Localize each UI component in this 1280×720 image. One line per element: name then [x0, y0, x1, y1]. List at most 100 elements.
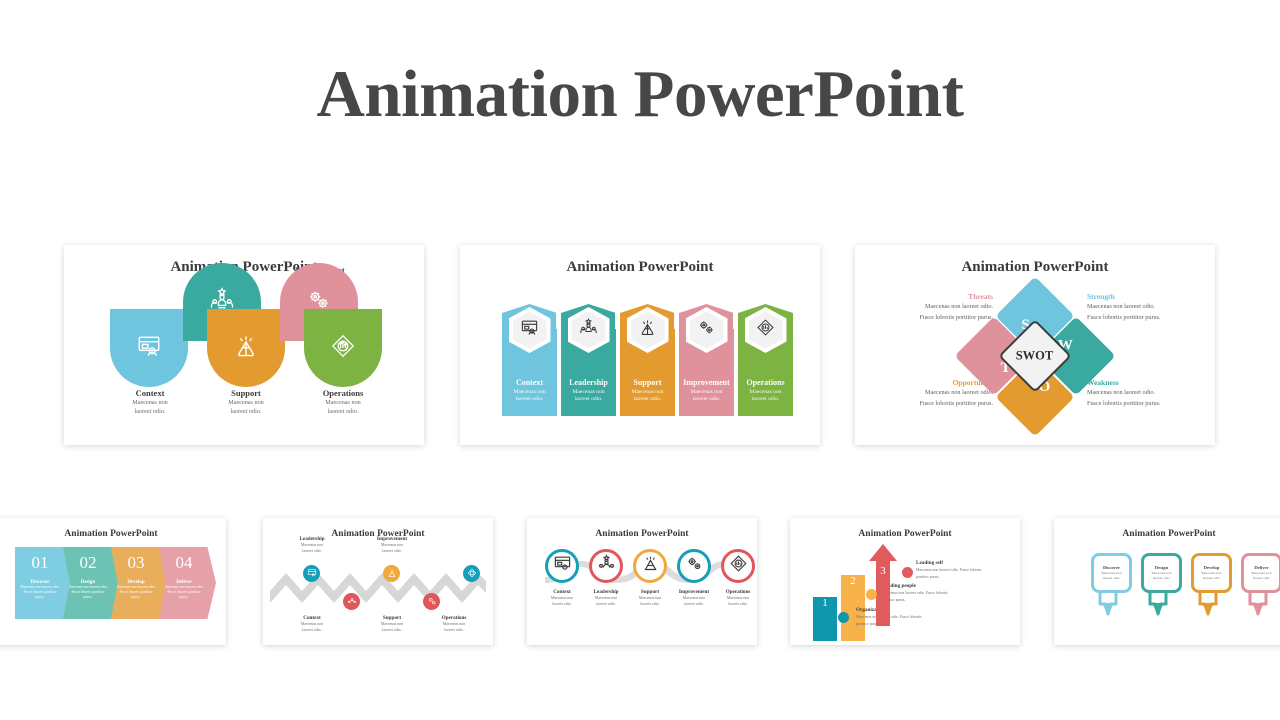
banner-support[interactable]: Support Maecenas non laoreet odio.: [615, 297, 680, 416]
megaphone-icon: [233, 333, 259, 364]
chevron-number: 02: [79, 553, 97, 572]
zigzag-node-leadership[interactable]: [343, 593, 360, 610]
label-heading: Operations: [725, 589, 751, 595]
petal-diagram: Context Maecenas non laoreet odio. Leade…: [64, 263, 424, 428]
slide-card-zigzag[interactable]: Animation PowerPoint Leadership Maecenas…: [263, 518, 493, 645]
label-heading: Context: [303, 615, 321, 621]
zigzag-diagram: Leadership Maecenas non laoreet odio. Im…: [263, 536, 493, 633]
chevron-step-1[interactable]: 01 Discover Maecenas non laoreet odio. F…: [15, 547, 72, 619]
petal-support[interactable]: [207, 309, 285, 387]
chevron-step-2[interactable]: 02 Design Maecenas non laoreet odio. Fus…: [63, 547, 120, 619]
callout-develop[interactable]: Develop Maecenas non laoreet odio.: [1191, 553, 1232, 616]
network-gear-icon: [756, 318, 775, 342]
label-heading: Support: [231, 388, 261, 398]
label-heading: Context: [135, 388, 165, 398]
petal-label-context: Context Maecenas non laoreet odio.: [102, 388, 198, 417]
slide-card-rings[interactable]: Animation PowerPoint Context Maecenas no…: [527, 518, 757, 645]
slide-title: Animation PowerPoint: [1122, 529, 1216, 539]
callout-desc: Maecenas non laoreet odio.: [1201, 571, 1222, 580]
ring-node-operations[interactable]: [721, 549, 755, 583]
step-number: 1: [822, 597, 828, 609]
banner-leadership[interactable]: Leadership Maecenas non laoreet odio.: [556, 297, 621, 416]
banner-desc: Maecenas non laoreet odio.: [513, 388, 546, 403]
slide-card-swot[interactable]: Animation PowerPoint Threats Maecenas no…: [855, 245, 1215, 445]
slide-title: Animation PowerPoint: [595, 529, 689, 539]
zigzag-node-support[interactable]: [383, 565, 400, 582]
callout-deliver[interactable]: Deliver Maecenas non laoreet odio.: [1241, 553, 1280, 616]
staircase-diagram: 1 2 3 Organization Maecenas non laoreet …: [790, 543, 1020, 643]
banner-context[interactable]: Context Maecenas non laoreet odio.: [497, 297, 562, 416]
petal-operations[interactable]: [304, 309, 382, 387]
label-desc-2: laoreet odio.: [444, 628, 464, 633]
zigzag-node-operations[interactable]: [463, 565, 480, 582]
chevron-desc: Maecenas non laoreet odio. Fusce loborti…: [116, 585, 156, 600]
banner-operations[interactable]: Operations Maecenas non laoreet odio.: [733, 297, 798, 416]
megaphone-icon: [641, 554, 660, 578]
label-desc-1: Maecenas non: [726, 596, 750, 600]
callout-diagram: Discover Maecenas non laoreet odio. Desig…: [1054, 553, 1280, 645]
dot-marker-3: [902, 567, 913, 578]
label-heading: Operations: [322, 388, 364, 398]
label-desc-1: Maecenas non laoreet odio. Fusce loborti…: [916, 567, 982, 572]
ring-node-leadership[interactable]: [589, 549, 623, 583]
down-arrow-tail: [1098, 590, 1118, 616]
callout-discover[interactable]: Discover Maecenas non laoreet odio.: [1091, 553, 1132, 616]
label-desc-2: porttitor purus.: [916, 574, 940, 579]
ring-node-support[interactable]: [633, 549, 667, 583]
swot-text-weakness: Weakness Maecenas non laoreet odio. Fusc…: [1087, 378, 1213, 408]
label-desc-2: laoreet odio.: [728, 602, 748, 607]
callout-design[interactable]: Design Maecenas non laoreet odio.: [1141, 553, 1182, 616]
swot-desc-2: Fusce lobortis porttitor purus.: [919, 399, 993, 407]
callout-desc: Maecenas non laoreet odio.: [1251, 571, 1272, 580]
ring-node-improvement[interactable]: [677, 549, 711, 583]
ring-node-context[interactable]: [545, 549, 579, 583]
network-gear-icon: [729, 554, 748, 578]
leader-team-icon: [347, 593, 357, 611]
banner-label: Leadership: [569, 377, 608, 387]
stair-step-1[interactable]: 1: [813, 597, 837, 641]
chevron-step-4[interactable]: 04 Deliver Maecenas non laoreet odio. Fu…: [159, 547, 216, 619]
swot-diagram: Threats Maecenas non laoreet odio. Fusce…: [855, 276, 1215, 437]
slide-title: Animation PowerPoint: [566, 259, 714, 275]
banner-desc: Maecenas non laoreet odio.: [749, 388, 782, 403]
banner-hex-holder: [508, 307, 551, 353]
chevron-step-3[interactable]: 03 Develop Maecenas non laoreet odio. Fu…: [111, 547, 168, 619]
slide-card-callouts[interactable]: Animation PowerPoint Discover Maecenas n…: [1054, 518, 1280, 645]
zigzag-node-context[interactable]: [303, 565, 320, 582]
label-desc-2: laoreet odio.: [134, 408, 166, 416]
banner-label: Improvement: [683, 377, 730, 387]
label-heading: Leadership: [299, 536, 325, 542]
slide-card-petals[interactable]: Animation PowerPoint Context Maecenas no…: [64, 245, 424, 445]
leader-team-icon: [579, 318, 598, 342]
dot-marker-2: [866, 589, 877, 600]
callout-desc: Maecenas non laoreet odio.: [1151, 571, 1172, 580]
petal-label-support: Support Maecenas non laoreet odio.: [198, 388, 294, 417]
swot-desc-1: Maecenas non laoreet odio.: [924, 303, 993, 310]
dot-marker-1: [838, 612, 849, 623]
zigzag-node-improvement[interactable]: [423, 593, 440, 610]
banner-hex-holder: [744, 307, 787, 353]
swot-label: Threats: [968, 292, 993, 301]
slide-card-stairs[interactable]: Animation PowerPoint 1 2 3 Organization …: [790, 518, 1020, 645]
label-desc-2: laoreet odio.: [302, 549, 322, 554]
presentation-icon: [307, 565, 317, 583]
petal-context[interactable]: [110, 309, 188, 387]
callout-label: Discover: [1102, 565, 1121, 571]
gears-icon: [685, 554, 704, 578]
callout-bubble: Design Maecenas non laoreet odio.: [1141, 553, 1182, 593]
down-arrow-tail: [1198, 590, 1218, 616]
banner-hex-holder: [626, 307, 669, 353]
banner-hex-holder: [567, 307, 610, 353]
slide-card-chevrons[interactable]: Animation PowerPoint 01 Discover Maecena…: [0, 518, 226, 645]
chevron-number: 04: [175, 553, 193, 572]
swot-text-threats: Threats Maecenas non laoreet odio. Fusce…: [867, 292, 993, 322]
swot-label: Strength: [1087, 292, 1115, 301]
banner-desc: Maecenas non laoreet odio.: [690, 388, 723, 403]
up-arrow-shape: [869, 544, 897, 626]
label-desc-2: laoreet odio.: [382, 628, 402, 633]
ring-diagram: Context Maecenas non laoreet odio. Leade…: [527, 549, 757, 639]
slide-title: Animation PowerPoint: [961, 259, 1109, 275]
slide-card-banners[interactable]: Animation PowerPoint Context Maecenas no…: [460, 245, 820, 445]
callout-label: Deliver: [1254, 565, 1269, 571]
banner-improvement[interactable]: Improvement Maecenas non laoreet odio.: [674, 297, 739, 416]
